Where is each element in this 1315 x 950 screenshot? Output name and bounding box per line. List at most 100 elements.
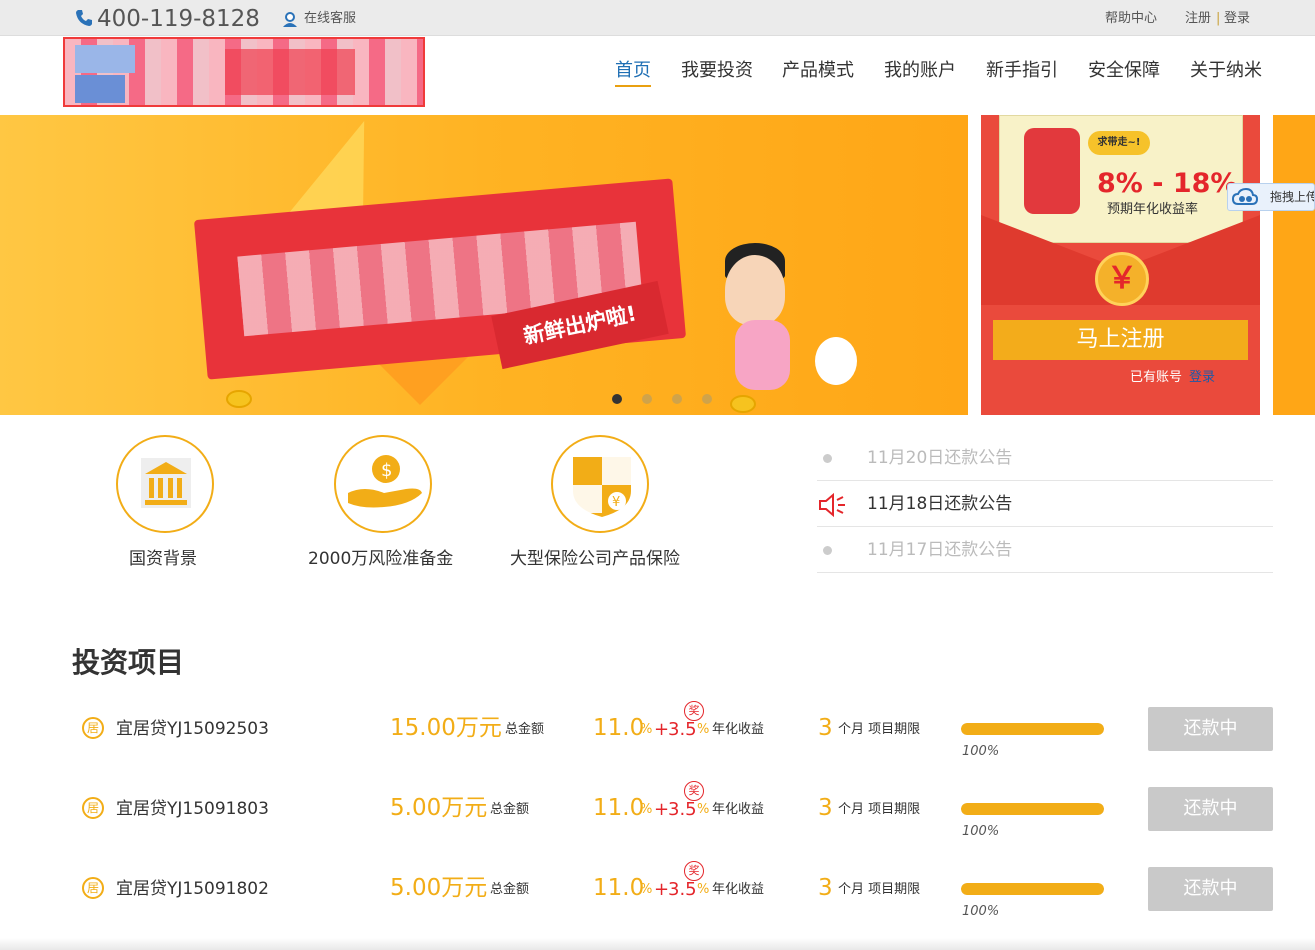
progress-text: 100%	[962, 744, 1000, 759]
bonus-rate: 3.5	[668, 799, 697, 820]
rate-plus: +	[654, 719, 670, 740]
page-bottom-edge	[0, 938, 1315, 950]
rate-plus: +	[654, 799, 670, 820]
customer-service-icon[interactable]	[281, 10, 299, 28]
nav-item-home[interactable]: 首页	[615, 58, 651, 87]
mascot-speech-bubble: 求带走~!	[1088, 131, 1150, 155]
register-link[interactable]: 注册	[1185, 10, 1211, 28]
nav-item-security[interactable]: 安全保障	[1088, 58, 1160, 84]
announcement-text[interactable]: 11月18日还款公告	[867, 491, 1012, 517]
project-row[interactable]: 居 宜居贷YJ15092503 15.00万元 总金额 11.0 % + 3.5…	[0, 701, 1315, 785]
bonus-badge-icon: 奖	[684, 701, 704, 721]
term-label: 个月 项目期限	[838, 722, 921, 737]
progress-fill	[961, 723, 1104, 735]
amount-label: 总金额	[490, 802, 530, 817]
carousel-dot[interactable]	[612, 394, 622, 404]
nav-item-about[interactable]: 关于纳米	[1190, 58, 1262, 84]
bonus-rate: 3.5	[668, 719, 697, 740]
login-link[interactable]: 登录	[1224, 10, 1250, 28]
promo-banner[interactable]	[0, 115, 968, 415]
announcement-item[interactable]: 11月17日还款公告	[817, 527, 1273, 573]
cloud-upload-icon	[1232, 188, 1258, 205]
card-login-link[interactable]: 登录	[1189, 369, 1215, 387]
yuan-coin-icon: ￥	[1095, 252, 1149, 306]
feature-label-state-backing: 国资背景	[129, 549, 197, 569]
help-center-link[interactable]: 帮助中心	[1105, 10, 1157, 28]
have-account-text: 已有账号	[1130, 370, 1183, 385]
project-term: 3	[818, 715, 833, 741]
bonus-percent: %	[697, 802, 710, 817]
rate-percent: %	[640, 882, 653, 897]
announcement-text[interactable]: 11月20日还款公告	[867, 445, 1012, 471]
site-logo[interactable]	[63, 37, 425, 107]
bunny-mascot	[815, 337, 857, 385]
money-hand-icon: $	[348, 455, 422, 508]
nav-item-my-account[interactable]: 我的账户	[884, 58, 956, 84]
project-rate: 11.0	[593, 875, 645, 901]
bonus-percent: %	[697, 882, 710, 897]
nav-item-product-model[interactable]: 产品模式	[782, 58, 854, 84]
link-separator: |	[1216, 11, 1221, 26]
repaying-status-button[interactable]: 还款中	[1148, 787, 1273, 831]
register-now-button[interactable]: 马上注册	[993, 320, 1248, 360]
logo-pixel-block	[75, 45, 135, 73]
project-amount: 15.00万元	[390, 715, 502, 741]
stamp-mascot	[1024, 128, 1080, 214]
project-amount: 5.00万元	[390, 795, 488, 821]
expected-rate-label: 预期年化收益率	[1107, 202, 1199, 217]
feature-label-insurance: 大型保险公司产品保险	[510, 549, 680, 569]
home-loan-icon: 居	[82, 717, 104, 739]
announcement-item[interactable]: 11月20日还款公告	[817, 435, 1273, 481]
rate-label: 年化收益	[712, 802, 765, 817]
nav-item-beginner-guide[interactable]: 新手指引	[986, 58, 1058, 84]
insurance-shield-icon: ¥	[573, 457, 631, 517]
project-row[interactable]: 居 宜居贷YJ15091802 5.00万元 总金额 11.0 % + 3.5 …	[0, 861, 1315, 945]
speaker-icon	[819, 492, 845, 518]
bonus-percent: %	[697, 722, 710, 737]
carousel-dot[interactable]	[702, 394, 712, 404]
progress-text: 100%	[962, 824, 1000, 839]
bonus-badge-icon: 奖	[684, 781, 704, 801]
announcement-text[interactable]: 11月17日还款公告	[867, 537, 1012, 563]
amount-label: 总金额	[490, 882, 530, 897]
carousel-dot[interactable]	[672, 394, 682, 404]
online-service-link[interactable]: 在线客服	[304, 10, 356, 28]
bank-icon	[141, 458, 191, 508]
progress-bar	[961, 723, 1104, 735]
nav-item-invest[interactable]: 我要投资	[681, 58, 753, 84]
feature-circle-state-backing	[116, 435, 214, 533]
progress-bar	[961, 803, 1104, 815]
feature-circle-risk-reserve: $	[334, 435, 432, 533]
repaying-status-button[interactable]: 还款中	[1148, 867, 1273, 911]
project-name[interactable]: 宜居贷YJ15091803	[116, 797, 269, 821]
bonus-rate: 3.5	[668, 879, 697, 900]
bullet-dot-icon	[823, 546, 832, 555]
rate-percent: %	[640, 722, 653, 737]
project-name[interactable]: 宜居贷YJ15091802	[116, 877, 269, 901]
home-loan-icon: 居	[82, 797, 104, 819]
rate-label: 年化收益	[712, 882, 765, 897]
progress-text: 100%	[962, 904, 1000, 919]
rate-label: 年化收益	[712, 722, 765, 737]
repaying-status-button[interactable]: 还款中	[1148, 707, 1273, 751]
project-term: 3	[818, 795, 833, 821]
next-banner-edge	[1273, 115, 1315, 415]
carousel-dot[interactable]	[642, 394, 652, 404]
announcement-item-active[interactable]: 11月18日还款公告	[817, 481, 1273, 527]
project-name[interactable]: 宜居贷YJ15092503	[116, 717, 269, 741]
drag-upload-widget[interactable]: 拖拽上传	[1227, 183, 1315, 211]
drag-upload-label: 拖拽上传	[1270, 190, 1314, 204]
feature-circle-insurance: ¥	[551, 435, 649, 533]
expected-rate: 8% - 18%	[1097, 168, 1238, 199]
feature-label-risk-reserve: 2000万风险准备金	[308, 549, 454, 569]
logo-pixel-block	[225, 49, 355, 95]
term-label: 个月 项目期限	[838, 802, 921, 817]
bullet-dot-icon	[823, 454, 832, 463]
amount-label: 总金额	[505, 722, 545, 737]
top-bar: 400-119-8128 在线客服 帮助中心 注册 | 登录	[0, 0, 1315, 36]
svg-text:¥: ¥	[612, 495, 620, 510]
term-label: 个月 项目期限	[838, 882, 921, 897]
project-rate: 11.0	[593, 715, 645, 741]
project-row[interactable]: 居 宜居贷YJ15091803 5.00万元 总金额 11.0 % + 3.5 …	[0, 781, 1315, 865]
projects-section-title: 投资项目	[72, 646, 185, 679]
